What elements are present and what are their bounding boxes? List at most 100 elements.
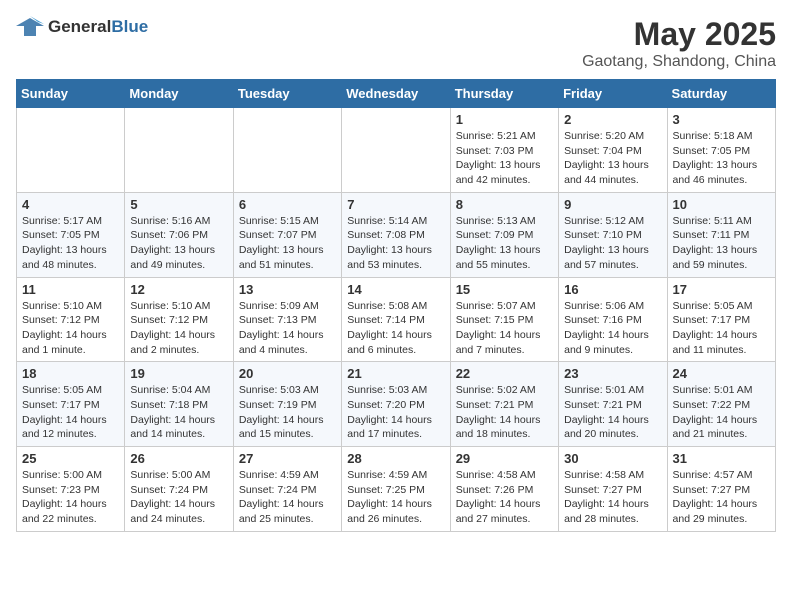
calendar-cell: 5 Sunrise: 5:16 AMSunset: 7:06 PMDaylight…	[125, 192, 233, 277]
day-number: 14	[347, 282, 444, 297]
day-info: Sunrise: 4:58 AMSunset: 7:27 PMDaylight:…	[564, 468, 661, 527]
day-number: 18	[22, 366, 119, 381]
day-number: 20	[239, 366, 336, 381]
calendar-week-row: 1 Sunrise: 5:21 AMSunset: 7:03 PMDaylight…	[17, 108, 776, 193]
day-info: Sunrise: 4:58 AMSunset: 7:26 PMDaylight:…	[456, 468, 553, 527]
calendar-cell: 3Sunrise: 5:18 AMSunset: 7:05 PMDaylight…	[667, 108, 775, 193]
calendar-body: 1 Sunrise: 5:21 AMSunset: 7:03 PMDaylight…	[17, 108, 776, 532]
calendar-title: May 2025	[582, 16, 776, 53]
day-number: 27	[239, 451, 336, 466]
day-number: 17	[673, 282, 770, 297]
day-info: Sunrise: 5:04 AMSunset: 7:18 PMDaylight:…	[130, 383, 227, 442]
weekday-header-thursday: Thursday	[450, 80, 558, 108]
day-info: Sunrise: 5:17 AMSunset: 7:05 PMDaylight:…	[22, 214, 119, 273]
calendar-week-row: 18 Sunrise: 5:05 AMSunset: 7:17 PMDayligh…	[17, 362, 776, 447]
calendar-cell: 8 Sunrise: 5:13 AMSunset: 7:09 PMDaylight…	[450, 192, 558, 277]
day-number: 2	[564, 112, 661, 127]
day-number: 7	[347, 197, 444, 212]
calendar-cell: 6Sunrise: 5:15 AMSunset: 7:07 PMDaylight…	[233, 192, 341, 277]
day-info: Sunrise: 5:14 AMSunset: 7:08 PMDaylight:…	[347, 214, 444, 273]
day-info: Sunrise: 5:05 AMSunset: 7:17 PMDaylight:…	[673, 299, 770, 358]
day-info: Sunrise: 5:01 AMSunset: 7:21 PMDaylight:…	[564, 383, 661, 442]
day-number: 25	[22, 451, 119, 466]
day-number: 31	[673, 451, 770, 466]
calendar-table: SundayMondayTuesdayWednesdayThursdayFrid…	[16, 79, 776, 532]
day-number: 8	[456, 197, 553, 212]
day-info: Sunrise: 5:15 AMSunset: 7:07 PMDaylight:…	[239, 214, 336, 273]
day-info: Sunrise: 5:11 AMSunset: 7:11 PMDaylight:…	[673, 214, 770, 273]
weekday-header-friday: Friday	[559, 80, 667, 108]
calendar-cell	[342, 108, 450, 193]
weekday-header-tuesday: Tuesday	[233, 80, 341, 108]
weekday-header-row: SundayMondayTuesdayWednesdayThursdayFrid…	[17, 80, 776, 108]
day-info: Sunrise: 5:12 AMSunset: 7:10 PMDaylight:…	[564, 214, 661, 273]
day-info: Sunrise: 5:10 AMSunset: 7:12 PMDaylight:…	[22, 299, 119, 358]
calendar-cell: 19 Sunrise: 5:04 AMSunset: 7:18 PMDayligh…	[125, 362, 233, 447]
day-number: 29	[456, 451, 553, 466]
calendar-cell: 18 Sunrise: 5:05 AMSunset: 7:17 PMDayligh…	[17, 362, 125, 447]
day-info: Sunrise: 5:09 AMSunset: 7:13 PMDaylight:…	[239, 299, 336, 358]
day-number: 1	[456, 112, 553, 127]
calendar-cell: 30 Sunrise: 4:58 AMSunset: 7:27 PMDayligh…	[559, 447, 667, 532]
calendar-cell: 2Sunrise: 5:20 AMSunset: 7:04 PMDaylight…	[559, 108, 667, 193]
day-info: Sunrise: 4:59 AMSunset: 7:25 PMDaylight:…	[347, 468, 444, 527]
calendar-cell: 29 Sunrise: 4:58 AMSunset: 7:26 PMDayligh…	[450, 447, 558, 532]
calendar-week-row: 11 Sunrise: 5:10 AMSunset: 7:12 PMDayligh…	[17, 277, 776, 362]
calendar-cell	[233, 108, 341, 193]
day-number: 15	[456, 282, 553, 297]
calendar-cell: 15Sunrise: 5:07 AMSunset: 7:15 PMDayligh…	[450, 277, 558, 362]
day-info: Sunrise: 5:00 AMSunset: 7:24 PMDaylight:…	[130, 468, 227, 527]
day-number: 12	[130, 282, 227, 297]
day-number: 23	[564, 366, 661, 381]
day-number: 5	[130, 197, 227, 212]
calendar-header: SundayMondayTuesdayWednesdayThursdayFrid…	[17, 80, 776, 108]
day-number: 3	[673, 112, 770, 127]
calendar-cell: 16 Sunrise: 5:06 AMSunset: 7:16 PMDayligh…	[559, 277, 667, 362]
calendar-cell: 1 Sunrise: 5:21 AMSunset: 7:03 PMDaylight…	[450, 108, 558, 193]
calendar-week-row: 4 Sunrise: 5:17 AMSunset: 7:05 PMDaylight…	[17, 192, 776, 277]
logo-general: General	[48, 17, 111, 36]
calendar-cell: 24 Sunrise: 5:01 AMSunset: 7:22 PMDayligh…	[667, 362, 775, 447]
day-info: Sunrise: 5:16 AMSunset: 7:06 PMDaylight:…	[130, 214, 227, 273]
weekday-header-wednesday: Wednesday	[342, 80, 450, 108]
calendar-cell: 31 Sunrise: 4:57 AMSunset: 7:27 PMDayligh…	[667, 447, 775, 532]
calendar-cell: 20Sunrise: 5:03 AMSunset: 7:19 PMDayligh…	[233, 362, 341, 447]
weekday-header-saturday: Saturday	[667, 80, 775, 108]
day-number: 21	[347, 366, 444, 381]
weekday-header-sunday: Sunday	[17, 80, 125, 108]
calendar-cell	[17, 108, 125, 193]
day-info: Sunrise: 5:06 AMSunset: 7:16 PMDaylight:…	[564, 299, 661, 358]
calendar-cell: 25 Sunrise: 5:00 AMSunset: 7:23 PMDayligh…	[17, 447, 125, 532]
weekday-header-monday: Monday	[125, 80, 233, 108]
calendar-cell: 11 Sunrise: 5:10 AMSunset: 7:12 PMDayligh…	[17, 277, 125, 362]
calendar-cell: 23 Sunrise: 5:01 AMSunset: 7:21 PMDayligh…	[559, 362, 667, 447]
day-number: 30	[564, 451, 661, 466]
day-info: Sunrise: 5:10 AMSunset: 7:12 PMDaylight:…	[130, 299, 227, 358]
day-number: 4	[22, 197, 119, 212]
day-info: Sunrise: 5:03 AMSunset: 7:20 PMDaylight:…	[347, 383, 444, 442]
day-info: Sunrise: 4:57 AMSunset: 7:27 PMDaylight:…	[673, 468, 770, 527]
logo-blue: Blue	[111, 17, 148, 36]
calendar-cell: 26Sunrise: 5:00 AMSunset: 7:24 PMDayligh…	[125, 447, 233, 532]
day-number: 10	[673, 197, 770, 212]
day-number: 11	[22, 282, 119, 297]
day-info: Sunrise: 5:01 AMSunset: 7:22 PMDaylight:…	[673, 383, 770, 442]
logo-bird-icon	[16, 16, 44, 38]
day-number: 19	[130, 366, 227, 381]
day-number: 16	[564, 282, 661, 297]
day-info: Sunrise: 5:13 AMSunset: 7:09 PMDaylight:…	[456, 214, 553, 273]
day-info: Sunrise: 5:05 AMSunset: 7:17 PMDaylight:…	[22, 383, 119, 442]
calendar-cell: 28Sunrise: 4:59 AMSunset: 7:25 PMDayligh…	[342, 447, 450, 532]
logo: GeneralBlue	[16, 16, 148, 38]
day-info: Sunrise: 5:21 AMSunset: 7:03 PMDaylight:…	[456, 129, 553, 188]
header: GeneralBlue May 2025 Gaotang, Shandong, …	[16, 16, 776, 71]
day-number: 24	[673, 366, 770, 381]
calendar-week-row: 25 Sunrise: 5:00 AMSunset: 7:23 PMDayligh…	[17, 447, 776, 532]
day-info: Sunrise: 5:00 AMSunset: 7:23 PMDaylight:…	[22, 468, 119, 527]
title-area: May 2025 Gaotang, Shandong, China	[582, 16, 776, 71]
calendar-cell: 4 Sunrise: 5:17 AMSunset: 7:05 PMDaylight…	[17, 192, 125, 277]
calendar-cell: 10 Sunrise: 5:11 AMSunset: 7:11 PMDayligh…	[667, 192, 775, 277]
calendar-cell: 7 Sunrise: 5:14 AMSunset: 7:08 PMDaylight…	[342, 192, 450, 277]
calendar-cell	[125, 108, 233, 193]
calendar-cell: 27Sunrise: 4:59 AMSunset: 7:24 PMDayligh…	[233, 447, 341, 532]
